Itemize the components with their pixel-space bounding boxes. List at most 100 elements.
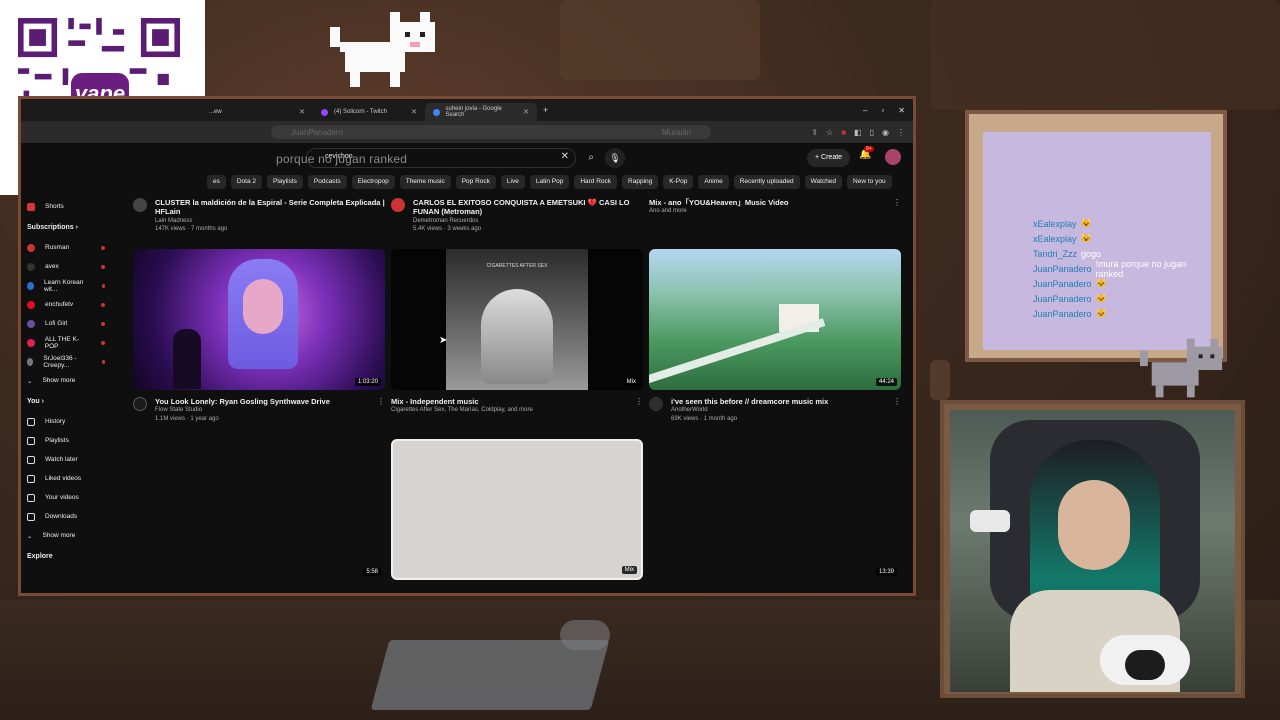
video-card-synthwave[interactable]: 1:03:20 You Look Lonely: Ryan Gosling Sy… bbox=[133, 249, 385, 423]
filter-chip[interactable]: Pop Rock bbox=[455, 175, 496, 189]
url-field[interactable]: JuanPanadero Muradin bbox=[271, 125, 711, 139]
filter-chip[interactable]: Podcasts bbox=[307, 175, 347, 189]
sidebar-subscription[interactable]: enchufetv bbox=[21, 295, 111, 314]
filter-chip[interactable]: es bbox=[207, 175, 226, 189]
channel-name[interactable]: Cigarettes After Sex, The Marías, Coldpl… bbox=[391, 406, 533, 414]
video-card[interactable]: Mix bbox=[391, 439, 643, 580]
filter-chip[interactable]: Hard Rock bbox=[574, 175, 618, 189]
channel-name[interactable]: Ano and more bbox=[649, 207, 788, 215]
account-avatar[interactable] bbox=[885, 149, 901, 165]
channel-avatar[interactable] bbox=[391, 198, 405, 212]
sidebar-item[interactable]: Watch later bbox=[21, 450, 111, 469]
video-card[interactable]: Mix - ano「YOU&Heaven」Music Video Ano and… bbox=[649, 191, 901, 216]
video-thumbnail[interactable]: 5:58 bbox=[133, 439, 385, 580]
video-title[interactable]: CLUSTER la maldición de la Espiral - Ser… bbox=[155, 198, 385, 217]
profile-icon[interactable]: ◉ bbox=[882, 128, 889, 137]
show-more-button[interactable]: ⌄ Show more bbox=[21, 526, 111, 545]
chat-username[interactable]: JuanPanadero bbox=[1033, 279, 1092, 289]
filter-chip[interactable]: Dota 2 bbox=[230, 175, 263, 189]
filter-chip[interactable]: Live bbox=[500, 175, 525, 189]
sidebar-item[interactable]: History bbox=[21, 412, 111, 431]
menu-dots-icon[interactable]: ⋮ bbox=[897, 128, 905, 137]
channel-name[interactable]: Flow State Studio bbox=[155, 406, 330, 414]
filter-chip[interactable]: Anime bbox=[698, 175, 729, 189]
more-options-icon[interactable]: ⋮ bbox=[893, 198, 901, 216]
filter-chip[interactable]: K-Pop bbox=[663, 175, 694, 189]
video-title[interactable]: CARLOS EL EXITOSO CONQUISTA A EMETSUKI 💔… bbox=[413, 198, 643, 217]
new-tab-button[interactable]: + bbox=[543, 105, 548, 115]
video-card-independent-mix[interactable]: CIGARETTES AFTER SEX Mix Mix - Independe… bbox=[391, 249, 643, 415]
video-title[interactable]: i've seen this before // dreamcore music… bbox=[671, 397, 828, 406]
sidebar-subscription[interactable]: Lofi Girl bbox=[21, 314, 111, 333]
extensions-puzzle-icon[interactable]: ◧ bbox=[854, 128, 862, 137]
sidepanel-icon[interactable]: ▯ bbox=[870, 128, 874, 137]
video-card[interactable]: 5:58 bbox=[133, 439, 385, 580]
video-title[interactable]: You Look Lonely: Ryan Gosling Synthwave … bbox=[155, 397, 330, 406]
filter-chip[interactable]: Rapping bbox=[622, 175, 659, 189]
filter-chip[interactable]: Electropop bbox=[351, 175, 395, 189]
you-header[interactable]: You › bbox=[21, 390, 111, 412]
minimize-icon[interactable]: – bbox=[863, 106, 867, 115]
video-card-dreamcore[interactable]: 44:24 i've seen this before // dreamcore… bbox=[649, 249, 901, 423]
sidebar-subscription[interactable]: SrJoel336 - Creepy... bbox=[21, 352, 111, 371]
notifications-bell-icon[interactable]: 🔔 9+ bbox=[859, 146, 874, 160]
browser-tab-twitch[interactable]: (4) Solicorn - Twitch ✕ bbox=[313, 103, 425, 121]
sidebar-subscription[interactable]: Learn Korean wit... bbox=[21, 276, 111, 295]
channel-avatar[interactable] bbox=[133, 397, 147, 411]
channel-name[interactable]: AnotherWorld bbox=[671, 406, 828, 414]
share-icon[interactable]: ⇪ bbox=[811, 128, 818, 137]
sidebar-item[interactable]: Downloads bbox=[21, 507, 111, 526]
browser-tab[interactable]: ...ew ✕ bbox=[201, 103, 313, 121]
filter-chip[interactable]: Watched bbox=[804, 175, 843, 189]
sidebar-subscription[interactable]: Rusman bbox=[21, 238, 111, 257]
video-thumbnail[interactable]: 1:03:20 bbox=[133, 249, 385, 390]
sidebar-item[interactable]: Your videos bbox=[21, 488, 111, 507]
sidebar-subscription[interactable]: avex bbox=[21, 257, 111, 276]
video-title[interactable]: Mix - ano「YOU&Heaven」Music Video bbox=[649, 198, 788, 207]
chat-username[interactable]: Tandri_Zzz bbox=[1033, 249, 1077, 259]
chat-username[interactable]: xEalexplay bbox=[1033, 234, 1077, 244]
video-thumbnail[interactable]: 13:39 bbox=[649, 439, 901, 580]
video-thumbnail-loading[interactable]: Mix bbox=[391, 439, 643, 580]
browser-tab-google[interactable]: suhein jovia - Google Search ✕ bbox=[425, 103, 537, 121]
video-thumbnail[interactable]: CIGARETTES AFTER SEX Mix bbox=[391, 249, 643, 390]
close-window-icon[interactable]: ✕ bbox=[898, 106, 905, 115]
video-card[interactable]: 13:39 bbox=[649, 439, 901, 580]
extension-icon[interactable]: ■ bbox=[841, 128, 846, 137]
chat-username[interactable]: JuanPanadero bbox=[1033, 309, 1092, 319]
filter-chip[interactable]: Latin Pop bbox=[529, 175, 570, 189]
sidebar-item[interactable]: Playlists bbox=[21, 431, 111, 450]
microphone-icon[interactable]: 🎙 bbox=[605, 148, 625, 168]
channel-name[interactable]: Lain Madness bbox=[155, 217, 385, 225]
close-tab-icon[interactable]: ✕ bbox=[411, 108, 417, 116]
close-tab-icon[interactable]: ✕ bbox=[299, 108, 305, 116]
filter-chip[interactable]: Playlists bbox=[267, 175, 303, 189]
show-more-button[interactable]: ⌄ Show more bbox=[21, 371, 111, 390]
filter-chip[interactable]: New to you bbox=[847, 175, 892, 189]
chat-username[interactable]: xEalexplay bbox=[1033, 219, 1077, 229]
clear-search-icon[interactable]: ✕ bbox=[561, 151, 569, 162]
maximize-icon[interactable]: ▫ bbox=[881, 106, 884, 115]
video-title[interactable]: Mix - Independent music bbox=[391, 397, 533, 406]
sidebar-item[interactable]: Liked videos bbox=[21, 469, 111, 488]
more-options-icon[interactable]: ⋮ bbox=[893, 397, 901, 423]
filter-chip[interactable]: Recently uploaded bbox=[733, 175, 800, 189]
video-thumbnail[interactable]: 44:24 bbox=[649, 249, 901, 390]
channel-name[interactable]: Demetroman Recuerdos bbox=[413, 217, 643, 225]
sidebar-item-shorts[interactable]: Shorts bbox=[21, 197, 111, 216]
channel-avatar[interactable] bbox=[649, 397, 663, 411]
video-card[interactable]: CARLOS EL EXITOSO CONQUISTA A EMETSUKI 💔… bbox=[391, 191, 643, 234]
create-button[interactable]: + Create bbox=[807, 149, 851, 167]
chat-username[interactable]: JuanPanadero bbox=[1033, 264, 1092, 274]
filter-chip[interactable]: Theme music bbox=[399, 175, 451, 189]
bookmark-star-icon[interactable]: ☆ bbox=[826, 128, 833, 137]
chat-username[interactable]: JuanPanadero bbox=[1033, 294, 1092, 304]
channel-avatar[interactable] bbox=[133, 198, 147, 212]
subscriptions-header[interactable]: Subscriptions › bbox=[21, 216, 111, 238]
close-tab-icon[interactable]: ✕ bbox=[523, 108, 529, 116]
video-card[interactable]: CLUSTER la maldición de la Espiral - Ser… bbox=[133, 191, 385, 234]
more-options-icon[interactable]: ⋮ bbox=[377, 397, 385, 423]
more-options-icon[interactable]: ⋮ bbox=[635, 397, 643, 415]
sidebar-subscription[interactable]: ALL THE K-POP bbox=[21, 333, 111, 352]
search-icon[interactable]: ⌕ bbox=[579, 148, 603, 168]
